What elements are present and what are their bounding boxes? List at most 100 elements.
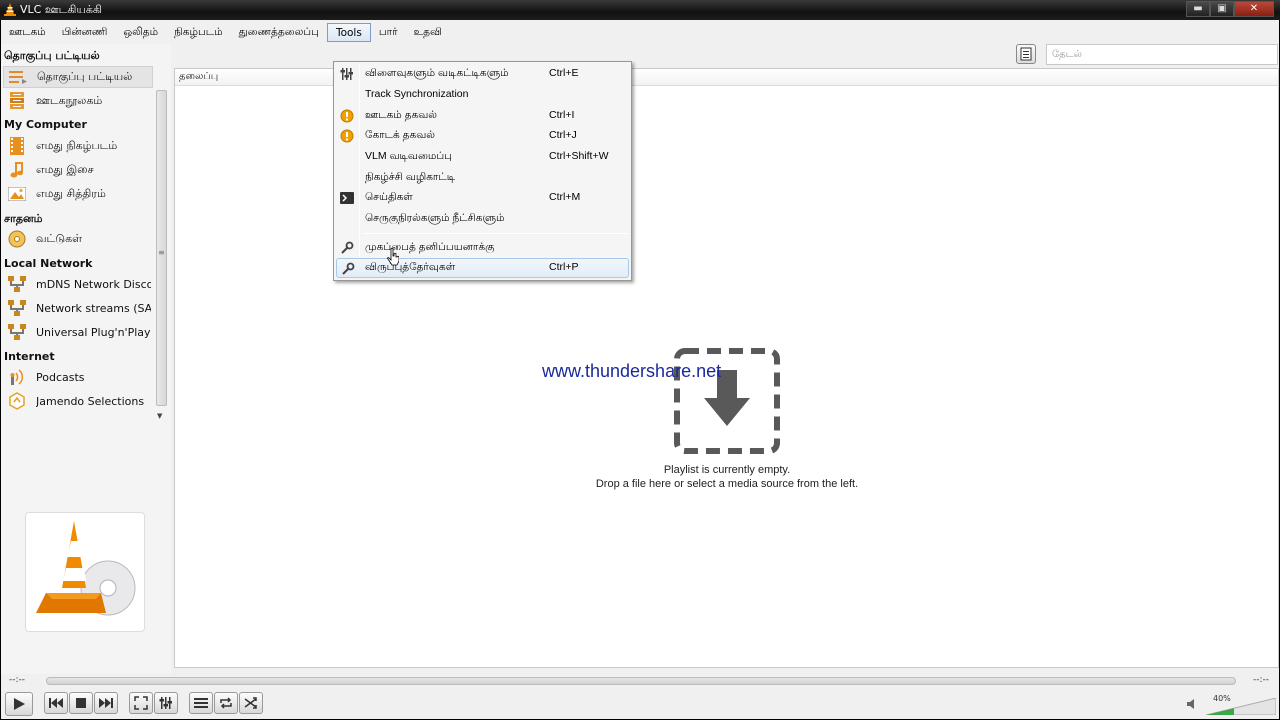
playlist-icon xyxy=(8,68,28,86)
jamendo-icon xyxy=(7,392,27,410)
disc-icon xyxy=(7,230,27,248)
menu-item-label: Track Synchronization xyxy=(365,88,469,100)
menu-item-label: கோடக் தகவல் xyxy=(365,129,435,141)
scroll-down-arrow-icon[interactable]: ▼ xyxy=(157,412,162,420)
sidebar-item-media-library[interactable]: ஊடகநூலகம் xyxy=(3,90,153,112)
menu-item-label: நிகழ்ச்சி வழிகாட்டி xyxy=(365,171,456,183)
fullscreen-button[interactable] xyxy=(129,692,153,714)
equalizer-icon xyxy=(338,65,356,83)
play-button[interactable] xyxy=(5,692,33,716)
sidebar-item-my-videos[interactable]: எமது நிகழ்படம் xyxy=(3,135,153,157)
music-note-icon xyxy=(7,161,27,179)
menu-view[interactable]: பார் xyxy=(371,23,406,42)
next-icon xyxy=(99,698,113,708)
menu-item-track-sync[interactable]: Track Synchronization xyxy=(336,85,629,105)
menu-video[interactable]: நிகழ்படம் xyxy=(166,23,230,42)
menu-item-shortcut: Ctrl+J xyxy=(549,129,577,141)
menu-bar: ஊடகம் பின்னணி ஒலிதம் நிகழ்படம் துணைத்தலை… xyxy=(1,22,1279,42)
menu-item-plugins[interactable]: செருகுநிரல்களும் நீட்சிகளும் xyxy=(336,209,629,229)
menu-item-shortcut: Ctrl+E xyxy=(549,67,579,79)
playlist-view-button[interactable] xyxy=(1016,44,1036,64)
menu-item-label: முகப்பைத் தனிப்பயனாக்கு xyxy=(365,241,495,253)
sidebar-item-jamendo[interactable]: Jamendo Selections xyxy=(3,390,153,412)
menu-help[interactable]: உதவி xyxy=(406,23,450,42)
film-icon xyxy=(7,137,27,155)
network-icon xyxy=(7,323,27,341)
sidebar-item-label: ஊடகநூலகம் xyxy=(36,93,103,107)
menu-item-shortcut: Ctrl+I xyxy=(549,109,575,121)
sidebar-item-label: எமது சித்திரம் xyxy=(36,186,106,200)
window-controls: ▬ ▣ ✕ xyxy=(1186,1,1274,17)
wrench-icon xyxy=(338,239,356,257)
menu-subtitle[interactable]: துணைத்தலைப்பு xyxy=(231,23,327,42)
menu-item-shortcut: Ctrl+Shift+W xyxy=(549,150,609,162)
previous-button[interactable] xyxy=(44,692,68,714)
sidebar-item-upnp[interactable]: Universal Plug'n'Play xyxy=(3,321,153,343)
extended-settings-button[interactable] xyxy=(154,692,178,714)
menu-item-media-info[interactable]: ஊடகம் தகவல் Ctrl+I xyxy=(336,106,629,126)
playback-controls: 40% xyxy=(1,690,1279,718)
hand-cursor-icon xyxy=(387,248,399,266)
stop-icon xyxy=(76,698,86,708)
menu-tools[interactable]: Tools xyxy=(326,22,371,42)
shuffle-button[interactable] xyxy=(239,692,263,714)
menu-item-program-guide[interactable]: நிகழ்ச்சி வழிகாட்டி xyxy=(336,168,629,188)
sidebar-item-label: Jamendo Selections xyxy=(36,394,145,408)
messages-icon xyxy=(338,189,356,207)
next-button[interactable] xyxy=(94,692,118,714)
volume-slider[interactable] xyxy=(1206,698,1276,715)
menu-item-label: VLM வடிவமைப்பு xyxy=(365,150,452,162)
shuffle-icon xyxy=(244,697,257,709)
maximize-button[interactable]: ▣ xyxy=(1210,1,1234,17)
loop-button[interactable] xyxy=(214,692,238,714)
sidebar-item-podcasts[interactable]: Podcasts xyxy=(3,366,153,388)
menu-item-effects-filters[interactable]: விளைவுகளும் வடிகட்டிகளும் Ctrl+E xyxy=(336,64,629,84)
sidebar-item-my-music[interactable]: எமது இசை xyxy=(3,159,153,181)
menu-item-label: செருகுநிரல்களும் நீட்சிகளும் xyxy=(365,212,505,224)
sidebar-scrollbar[interactable]: ≡ ▼ xyxy=(155,90,169,440)
seek-slider[interactable] xyxy=(46,677,1236,685)
menu-item-label: விருப்புத்தேர்வுகள் xyxy=(365,261,456,273)
vlc-cone-icon xyxy=(4,3,16,16)
menu-item-preferences[interactable]: விருப்புத்தேர்வுகள் Ctrl+P xyxy=(336,258,629,278)
sidebar-item-label: வட்டுகள் xyxy=(36,231,83,245)
menu-item-label: விளைவுகளும் வடிகட்டிகளும் xyxy=(365,67,509,79)
sidebar-header-internet: Internet xyxy=(4,350,55,363)
menu-item-vlm[interactable]: VLM வடிவமைப்பு Ctrl+Shift+W xyxy=(336,147,629,167)
stop-button[interactable] xyxy=(69,692,93,714)
search-input[interactable] xyxy=(1046,44,1278,65)
playlist-icon xyxy=(194,698,208,708)
picture-icon xyxy=(7,185,27,203)
toggle-playlist-button[interactable] xyxy=(189,692,213,714)
play-icon xyxy=(14,698,25,710)
wrench-icon xyxy=(339,260,357,278)
sidebar-item-discs[interactable]: வட்டுகள் xyxy=(3,228,153,250)
sidebar-header-playlist: தொகுப்பு பட்டியல் xyxy=(4,49,100,62)
menu-media[interactable]: ஊடகம் xyxy=(1,23,54,42)
sidebar-header-local-network: Local Network xyxy=(4,257,93,270)
menu-audio[interactable]: ஒலிதம் xyxy=(115,23,166,42)
speaker-icon[interactable] xyxy=(1187,699,1197,709)
column-title: தலைப்பு xyxy=(179,71,219,82)
empty-line-2: Drop a file here or select a media sourc… xyxy=(595,478,859,490)
menu-item-customize-interface[interactable]: முகப்பைத் தனிப்பயனாக்கு xyxy=(336,238,629,258)
equalizer-icon xyxy=(159,697,172,709)
sidebar-item-sap[interactable]: Network streams (SAP) xyxy=(3,297,153,319)
window-title: VLC ஊடகியக்கி xyxy=(20,3,102,16)
minimize-button[interactable]: ▬ xyxy=(1186,1,1210,17)
watermark-text: www.thundershare.net xyxy=(542,361,722,381)
sidebar-header-my-computer: My Computer xyxy=(4,118,87,131)
sidebar-item-label: Universal Plug'n'Play xyxy=(36,325,151,339)
sidebar-item-my-pictures[interactable]: எமது சித்திரம் xyxy=(3,183,153,205)
close-button[interactable]: ✕ xyxy=(1234,1,1274,17)
total-time: --:-- xyxy=(1252,675,1269,685)
sidebar-item-label: எமது இசை xyxy=(36,162,94,176)
sidebar-item-playlist[interactable]: தொகுப்பு பட்டியல் xyxy=(3,66,153,88)
menu-playback[interactable]: பின்னணி xyxy=(54,23,116,42)
sidebar-item-mdns[interactable]: mDNS Network Disco... xyxy=(3,273,153,295)
network-icon xyxy=(7,275,27,293)
fullscreen-icon xyxy=(134,696,148,710)
menu-item-messages[interactable]: செய்திகள் Ctrl+M xyxy=(336,188,629,208)
menu-item-codec-info[interactable]: கோடக் தகவல் Ctrl+J xyxy=(336,126,629,146)
menu-item-label: ஊடகம் தகவல் xyxy=(365,109,437,121)
